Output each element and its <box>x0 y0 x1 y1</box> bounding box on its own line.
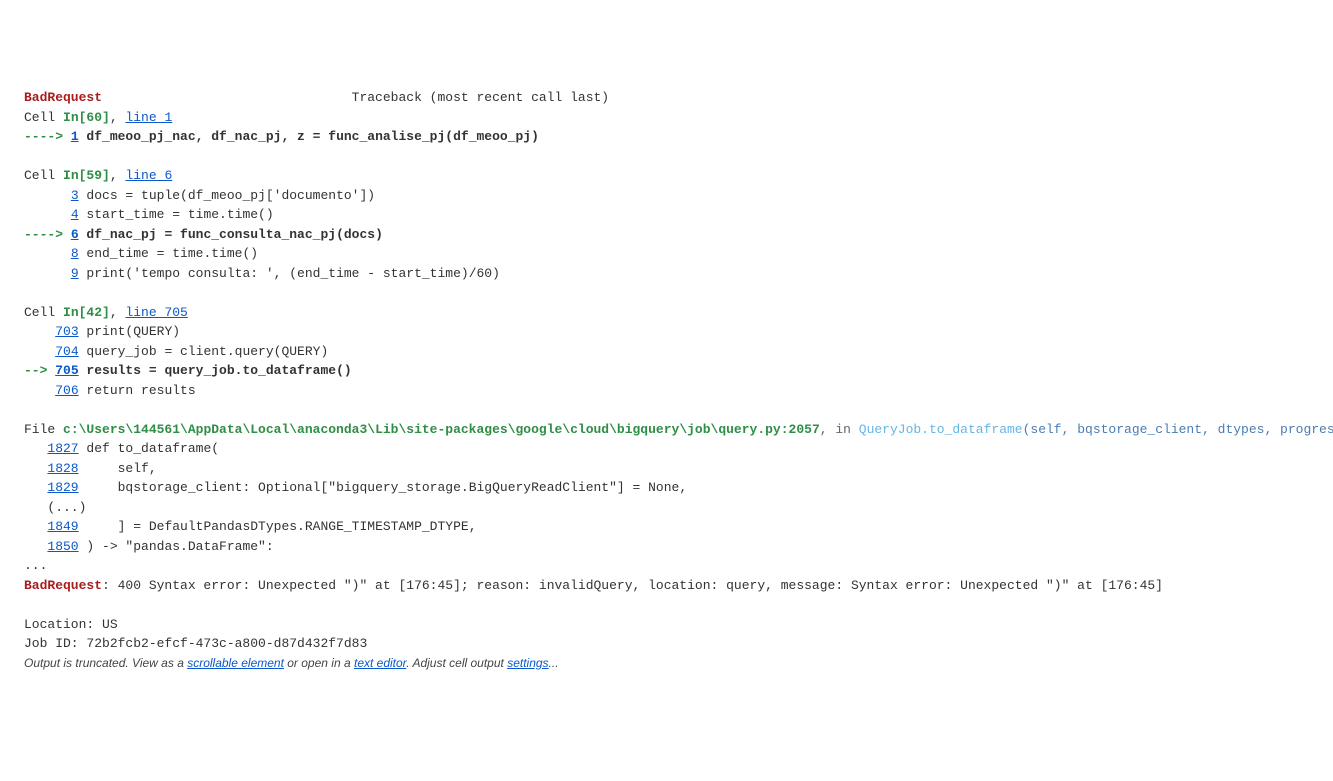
scrollable-link[interactable]: scrollable element <box>187 656 284 670</box>
arrow <box>24 246 71 261</box>
arrow: ----> <box>24 129 71 144</box>
arrow <box>24 188 71 203</box>
trunc-text: Output is truncated. View as a <box>24 656 187 670</box>
code-line: start_time = time.time() <box>79 207 274 222</box>
lineno-link[interactable]: 3 <box>71 188 79 203</box>
arrow <box>24 324 55 339</box>
lineno-link[interactable]: 9 <box>71 266 79 281</box>
code-line: end_time = time.time() <box>79 246 258 261</box>
traceback-output: BadRequest Traceback (most recent call l… <box>24 88 1309 673</box>
cell-label: Cell <box>24 168 63 183</box>
cell-in-ref: In[59] <box>63 168 110 183</box>
lineno-link[interactable]: 1827 <box>47 441 78 456</box>
code-line: docs = tuple(df_meoo_pj['documento']) <box>79 188 375 203</box>
arrow: ----> <box>24 227 71 242</box>
code-line: print(QUERY) <box>79 324 180 339</box>
cell-in-ref: In[42] <box>63 305 110 320</box>
lineno-link[interactable]: 705 <box>55 363 78 378</box>
sep: , <box>110 305 126 320</box>
final-exception-name: BadRequest <box>24 578 102 593</box>
jobid-line: Job ID: 72b2fcb2-efcf-473c-a800-d87d432f… <box>24 636 367 651</box>
code-line: results = query_job.to_dataframe() <box>79 363 352 378</box>
lineno-link[interactable]: 703 <box>55 324 78 339</box>
code-line: df_nac_pj = func_consulta_nac_pj(docs) <box>79 227 383 242</box>
cell-label: Cell <box>24 110 63 125</box>
ellipsis-line: (...) <box>24 500 86 515</box>
cell-in-ref: In[60] <box>63 110 110 125</box>
arrow <box>24 480 47 495</box>
line-link[interactable]: line 6 <box>125 168 172 183</box>
traceback-label: Traceback (most recent call last) <box>352 90 609 105</box>
line-link[interactable]: line 705 <box>125 305 187 320</box>
code-line: query_job = client.query(QUERY) <box>79 344 329 359</box>
method-args: self, bqstorage_client, dtypes, progress… <box>1030 422 1333 437</box>
sep: , <box>110 168 126 183</box>
arrow <box>24 461 47 476</box>
lineno-link[interactable]: 1849 <box>47 519 78 534</box>
lineno-link[interactable]: 1 <box>71 129 79 144</box>
arrow <box>24 539 47 554</box>
file-label: File <box>24 422 63 437</box>
code-line: self, <box>79 461 157 476</box>
arrow <box>24 344 55 359</box>
code-line: return results <box>79 383 196 398</box>
in-text: , in <box>820 422 859 437</box>
lineno-link[interactable]: 4 <box>71 207 79 222</box>
method-name: QueryJob.to_dataframe <box>859 422 1023 437</box>
code-line: ] = DefaultPandasDTypes.RANGE_TIMESTAMP_… <box>79 519 477 534</box>
file-path: c:\Users\144561\AppData\Local\anaconda3\… <box>63 422 820 437</box>
truncation-notice: Output is truncated. View as a scrollabl… <box>24 656 559 670</box>
sep: , <box>110 110 126 125</box>
line-link[interactable]: line 1 <box>125 110 172 125</box>
code-line: df_meoo_pj_nac, df_nac_pj, z = func_anal… <box>79 129 539 144</box>
lineno-link[interactable]: 1850 <box>47 539 78 554</box>
arrow <box>24 207 71 222</box>
lineno-link[interactable]: 1828 <box>47 461 78 476</box>
code-line: def to_dataframe( <box>79 441 219 456</box>
lineno-link[interactable]: 706 <box>55 383 78 398</box>
final-exception-msg: : 400 Syntax error: Unexpected ")" at [1… <box>102 578 1163 593</box>
arrow <box>24 519 47 534</box>
settings-link[interactable]: settings <box>507 656 548 670</box>
lineno-link[interactable]: 6 <box>71 227 79 242</box>
arrow <box>24 441 47 456</box>
trunc-text: . Adjust cell output <box>406 656 507 670</box>
trunc-text: ... <box>549 656 559 670</box>
tail-dots: ... <box>24 558 47 573</box>
text-editor-link[interactable]: text editor <box>354 656 406 670</box>
location-line: Location: US <box>24 617 118 632</box>
cell-label: Cell <box>24 305 63 320</box>
spacer <box>102 90 352 105</box>
lineno-link[interactable]: 704 <box>55 344 78 359</box>
arrow <box>24 383 55 398</box>
lineno-link[interactable]: 1829 <box>47 480 78 495</box>
lineno-link[interactable]: 8 <box>71 246 79 261</box>
trunc-text: or open in a <box>284 656 354 670</box>
code-line: print('tempo consulta: ', (end_time - st… <box>79 266 500 281</box>
exception-name: BadRequest <box>24 90 102 105</box>
arrow <box>24 266 71 281</box>
code-line: bqstorage_client: Optional["bigquery_sto… <box>79 480 688 495</box>
code-line: ) -> "pandas.DataFrame": <box>79 539 274 554</box>
arrow: --> <box>24 363 55 378</box>
